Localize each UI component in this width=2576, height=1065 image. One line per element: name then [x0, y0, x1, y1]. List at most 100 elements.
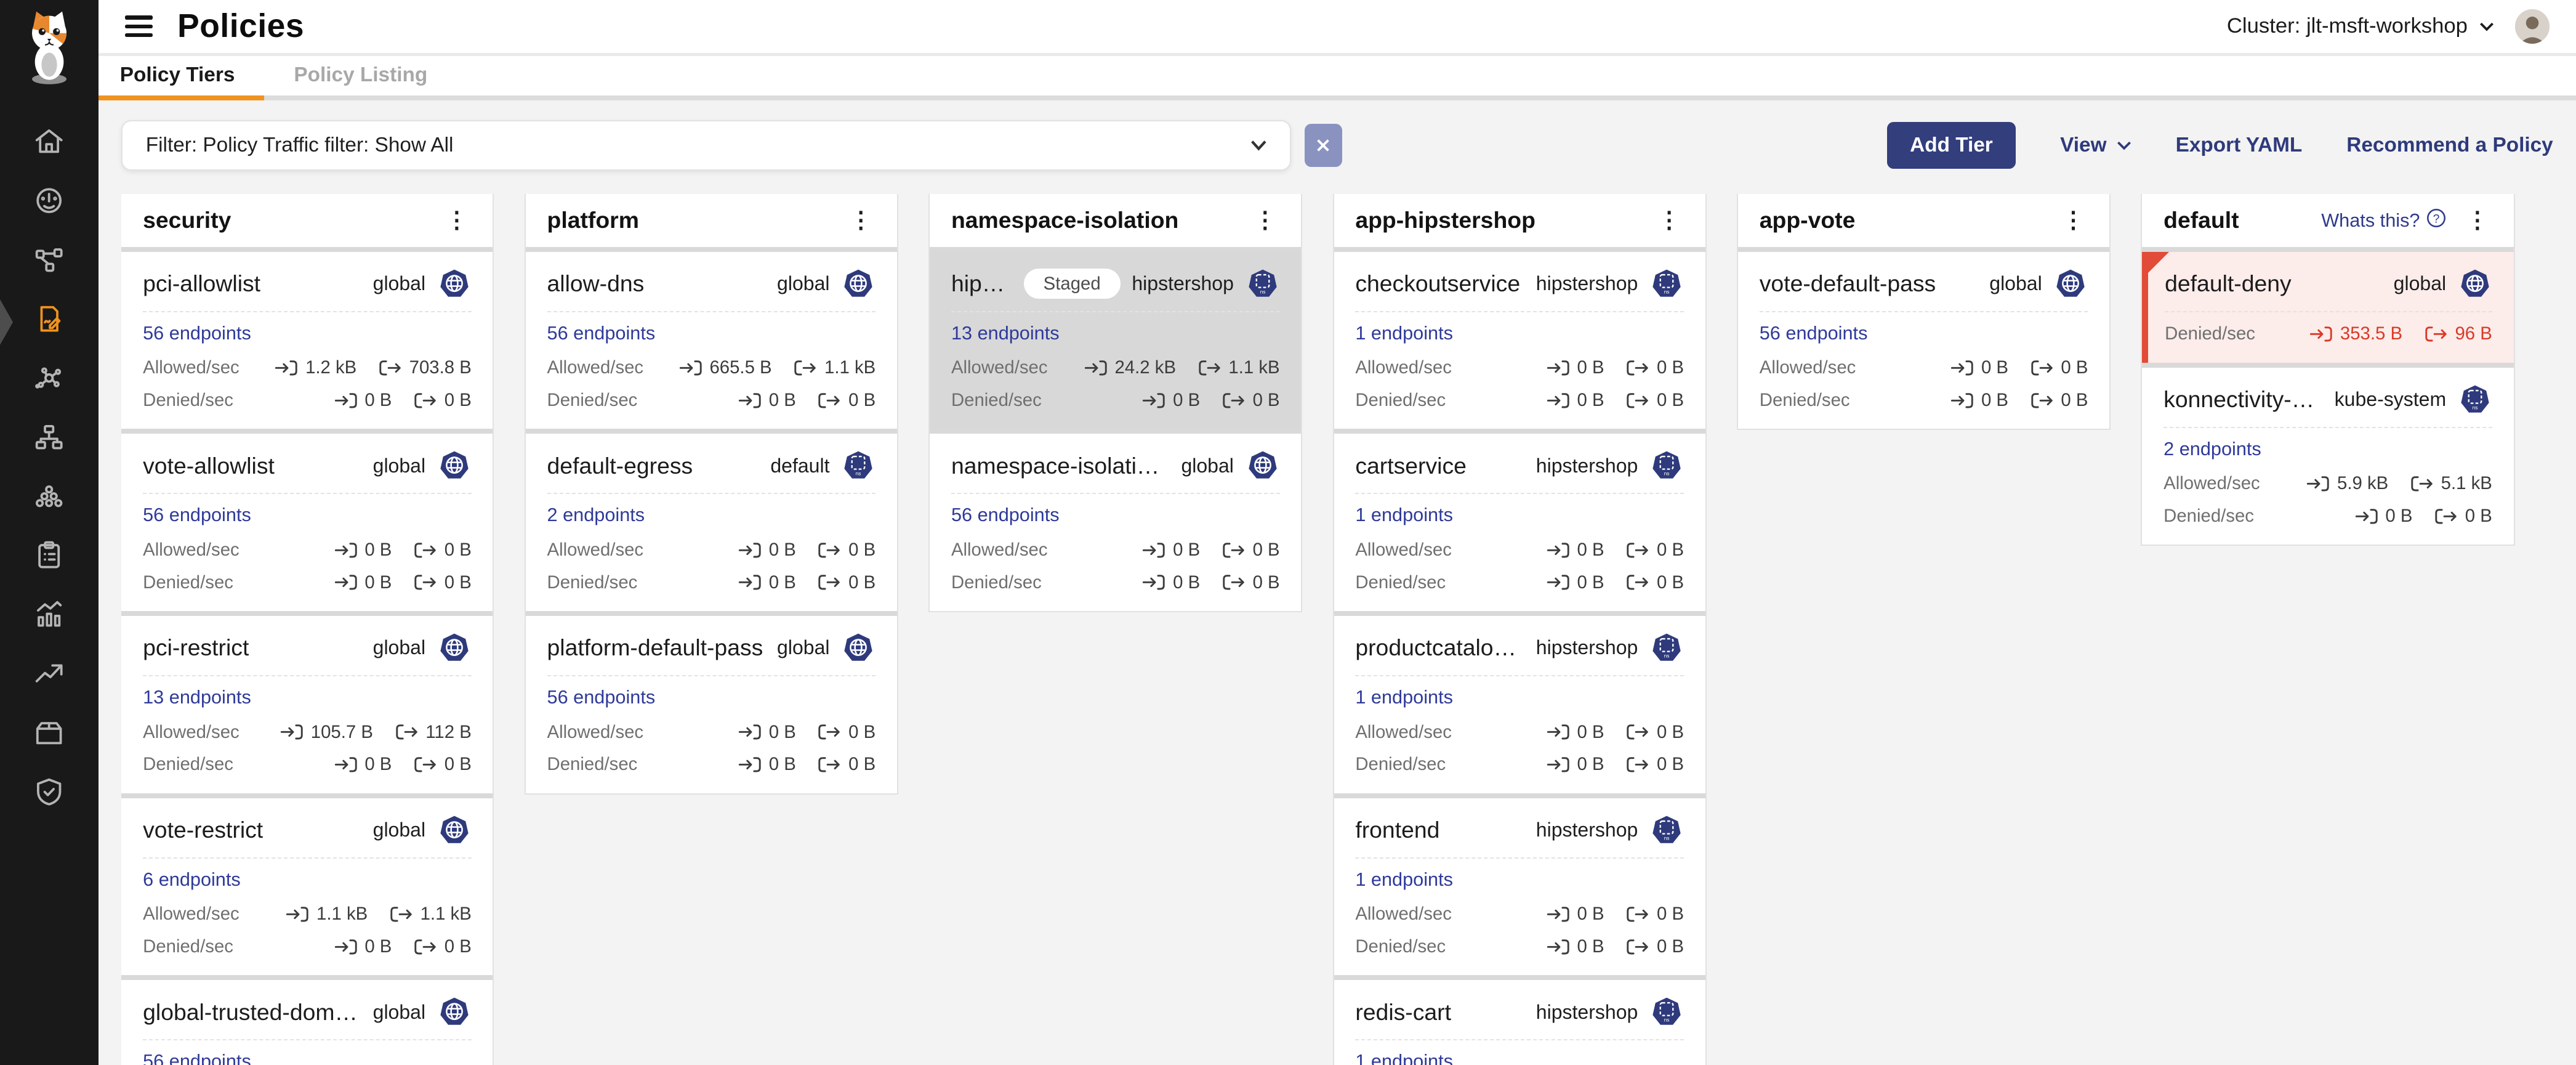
endpoints-link[interactable]: 13 endpoints: [143, 686, 251, 708]
endpoints-link[interactable]: 6 endpoints: [143, 869, 241, 891]
policy-card-allow-dns[interactable]: allow-dnsglobal56 endpointsAllowed/sec66…: [526, 252, 897, 429]
view-menu-button[interactable]: View: [2060, 134, 2131, 157]
endpoints-link[interactable]: 1 endpoints: [1355, 869, 1453, 891]
policy-card-pci-restrict[interactable]: pci-restrictglobal13 endpointsAllowed/se…: [121, 616, 493, 793]
tier-menu-kebab-icon[interactable]: ⋮: [1249, 209, 1281, 232]
sidebar-item-endpoints[interactable]: [0, 470, 99, 529]
sidebar-item-policies[interactable]: [0, 293, 99, 352]
policy-card-default-deny[interactable]: default-denyglobalDenied/sec353.5 B96 B: [2142, 252, 2513, 363]
sidebar-item-home[interactable]: [0, 115, 99, 174]
policy-title-row: pci-restrictglobal: [143, 631, 472, 676]
menu-hamburger-icon[interactable]: [121, 12, 156, 41]
inbound-value: 0 B: [769, 572, 796, 593]
policy-card-platform-default-pass[interactable]: platform-default-passglobal56 endpointsA…: [526, 616, 897, 793]
export-yaml-button[interactable]: Export YAML: [2176, 134, 2303, 157]
svg-text:ns: ns: [1260, 288, 1265, 294]
policy-card-hipstershop-gh[interactable]: hipstershop-gh…Stagedhipstershopns 13 end…: [930, 252, 1301, 429]
outbound-value: 703.8 B: [409, 357, 472, 378]
stat-label: Allowed/sec: [547, 722, 717, 743]
endpoints-link[interactable]: 56 endpoints: [547, 686, 656, 708]
endpoints-link[interactable]: 1 endpoints: [1355, 1050, 1453, 1065]
add-tier-button[interactable]: Add Tier: [1887, 122, 2016, 168]
sidebar-item-threat-feeds[interactable]: [0, 647, 99, 707]
inbound-bytes: 0 B: [1546, 936, 1604, 957]
endpoints-link[interactable]: 2 endpoints: [2163, 438, 2261, 460]
policy-card-cartservice[interactable]: cartservicehipstershopns1 endpointsAllow…: [1334, 434, 1705, 611]
tier-menu-kebab-icon[interactable]: ⋮: [845, 209, 877, 232]
stat-label: Denied/sec: [1355, 936, 1524, 957]
tab-policy-listing[interactable]: Policy Listing: [294, 63, 427, 95]
policy-filter-dropdown[interactable]: Filter: Policy Traffic filter: Show All: [121, 120, 1291, 171]
arrow-out-icon: [1222, 392, 1246, 409]
endpoints-link[interactable]: 1 endpoints: [1355, 686, 1453, 708]
inbound-bytes: 0 B: [1546, 390, 1604, 411]
whats-this-link[interactable]: Whats this??: [2321, 208, 2446, 233]
recommend-policy-button[interactable]: Recommend a Policy: [2346, 134, 2553, 157]
clear-filter-button[interactable]: [1305, 124, 1342, 166]
denied-stat-row: Denied/sec0 B0 B: [2163, 506, 2492, 527]
endpoints-link[interactable]: 56 endpoints: [143, 504, 251, 526]
sidebar-item-compliance[interactable]: [0, 529, 99, 588]
outbound-value: 112 B: [425, 722, 472, 743]
policy-card-default-egress[interactable]: default-egressdefaultns2 endpointsAllowe…: [526, 434, 897, 611]
endpoints-link[interactable]: 2 endpoints: [547, 504, 645, 526]
tab-policy-tiers[interactable]: Policy Tiers: [120, 63, 235, 95]
sidebar-item-image-assurance[interactable]: [0, 707, 99, 766]
endpoints-link[interactable]: 56 endpoints: [143, 1050, 251, 1065]
endpoints-link[interactable]: 56 endpoints: [1760, 322, 1868, 344]
denied-stat-row: Denied/sec0 B0 B: [1355, 572, 1684, 593]
inbound-value: 0 B: [1577, 722, 1604, 743]
policy-card-global-trusted-domains[interactable]: global-trusted-domainsglobal56 endpoints…: [121, 980, 493, 1065]
policy-card-vote-allowlist[interactable]: vote-allowlistglobal56 endpointsAllowed/…: [121, 434, 493, 611]
arrow-out-icon: [817, 542, 842, 559]
outbound-bytes: 1.1 kB: [793, 357, 875, 378]
outbound-value: 0 B: [1657, 540, 1684, 561]
outbound-bytes: 0 B: [2030, 357, 2088, 378]
inbound-bytes: 353.5 B: [2309, 323, 2402, 344]
policy-card-productcatalogservice[interactable]: productcatalogservicehipstershopns1 endp…: [1334, 616, 1705, 793]
endpoints-link[interactable]: 13 endpoints: [951, 322, 1060, 344]
sidebar-item-flow-visualizations[interactable]: [0, 352, 99, 411]
arrow-in-icon: [738, 724, 762, 740]
policy-card-vote-default-pass[interactable]: vote-default-passglobal56 endpointsAllow…: [1738, 252, 2109, 429]
policy-name: default-egress: [547, 453, 693, 479]
tier-menu-kebab-icon[interactable]: ⋮: [440, 209, 473, 232]
arrow-in-icon: [1141, 542, 1166, 559]
policy-card-pci-allowlist[interactable]: pci-allowlistglobal56 endpointsAllowed/s…: [121, 252, 493, 429]
policy-card-frontend[interactable]: frontendhipstershopns1 endpointsAllowed/…: [1334, 798, 1705, 976]
sidebar-item-network-topology[interactable]: [0, 411, 99, 470]
sidebar-item-dashboard[interactable]: [0, 174, 99, 233]
endpoints-link[interactable]: 1 endpoints: [1355, 504, 1453, 526]
policy-card-redis-cart[interactable]: redis-carthipstershopns1 endpointsAllowe…: [1334, 980, 1705, 1065]
inbound-bytes: 0 B: [738, 572, 796, 593]
policy-card-checkoutservice[interactable]: checkoutservicehipstershopns1 endpointsA…: [1334, 252, 1705, 429]
policy-card-namespace-isolation-default-p[interactable]: namespace-isolation-default-p…global56 e…: [930, 434, 1301, 611]
tier-menu-kebab-icon[interactable]: ⋮: [1652, 209, 1685, 232]
endpoints-link[interactable]: 56 endpoints: [143, 322, 251, 344]
outbound-value: 0 B: [1657, 754, 1684, 775]
policy-card-vote-restrict[interactable]: vote-restrictglobal6 endpointsAllowed/se…: [121, 798, 493, 976]
inbound-bytes: 5.9 kB: [2306, 473, 2388, 494]
app-window: Policies Cluster: jlt-msft-workshop Poli…: [0, 0, 2576, 1065]
globe-scope-icon: [437, 995, 472, 1029]
outbound-value: 0 B: [1657, 722, 1684, 743]
service-graph-icon: [33, 243, 65, 283]
policy-card-konnectivity-agent[interactable]: konnectivity-agentkube-systemns2 endpoin…: [2142, 368, 2513, 545]
tier-menu-kebab-icon[interactable]: ⋮: [2057, 209, 2090, 232]
outbound-bytes: 1.1 kB: [1197, 357, 1280, 378]
endpoints-link[interactable]: 1 endpoints: [1355, 322, 1453, 344]
endpoints-link[interactable]: 56 endpoints: [951, 504, 1060, 526]
policy-title-row: hipstershop-gh…Stagedhipstershopns: [951, 267, 1280, 312]
sidebar-item-statistics[interactable]: [0, 588, 99, 647]
calico-cat-logo[interactable]: [0, 0, 99, 95]
sidebar-item-service-graph[interactable]: [0, 233, 99, 293]
user-avatar[interactable]: [2515, 9, 2550, 44]
svg-text:ns: ns: [1664, 835, 1670, 841]
tier-menu-kebab-icon[interactable]: ⋮: [2461, 209, 2493, 232]
cluster-selector[interactable]: Cluster: jlt-msft-workshop: [2227, 14, 2494, 38]
sidebar-item-security-events[interactable]: [0, 766, 99, 825]
arrow-out-icon: [389, 906, 414, 923]
inbound-value: 0 B: [1577, 390, 1604, 411]
endpoints-link[interactable]: 56 endpoints: [547, 322, 656, 344]
whats-this-label: Whats this?: [2321, 209, 2420, 232]
